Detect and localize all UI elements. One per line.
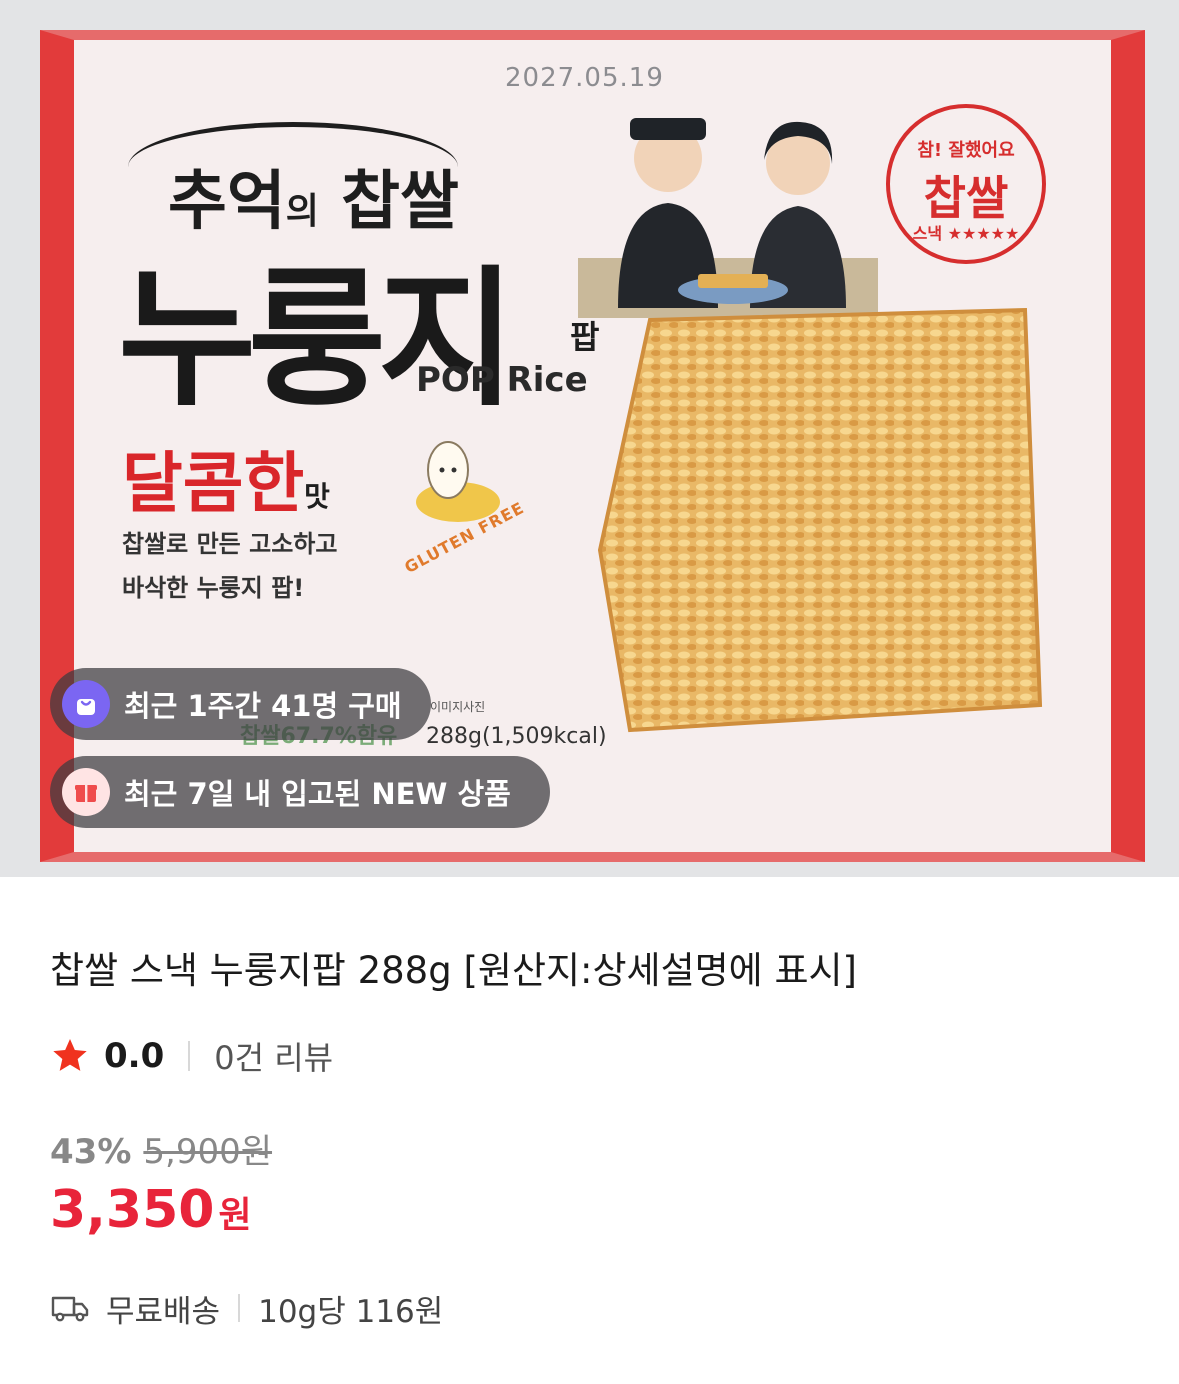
original-price: 5,900원 [143,1132,273,1172]
rating-divider [188,1041,191,1071]
shipping-divider [238,1294,241,1322]
rice-cracker-photo [597,307,1043,733]
star-icon [53,1039,87,1071]
new-arrival-text: 최근 7일 내 입고된 NEW 상품 [124,777,511,811]
recent-purchase-badge: 최근 1주간 41명 구매 [50,668,431,740]
price-unit: 원 [218,1195,252,1236]
recent-purchase-text: 최근 1주간 41명 구매 [124,689,402,723]
product-title[interactable]: 찹쌀 스낵 누룽지팝 288g [원산지:상세설명에 표시] [50,940,857,994]
pop-rice-text: POP Rice [416,360,588,400]
image-note: 이미지사진 [430,700,486,714]
sale-price: 3,350 [50,1180,215,1240]
shopping-bag-icon [62,680,110,728]
package-description: 찹쌀로 만든 고소하고 바삭한 누룽지 팝! [122,530,338,602]
flavor-label: 달콤한맛 [122,445,330,522]
gift-icon [62,768,110,816]
net-weight: 288g(1,509kcal) [426,724,607,749]
review-count-link[interactable]: 0건 리뷰 [214,1033,333,1079]
discount-row: 43% 5,900원 [50,1124,272,1173]
unit-price: 10g당 116원 [258,1293,444,1330]
shipping-text: 무료배송 [106,1293,221,1330]
sale-price-row: 3,350 원 [50,1180,252,1240]
product-image[interactable]: 2027.05.19 추억의 찹쌀 누룽지 팝 POP Rice 달콤한맛 찹쌀… [0,0,1179,877]
kids-illustration [578,118,878,318]
rating-row[interactable]: 0.0 0건 리뷰 [50,1034,333,1078]
quality-seal: 참! 잘했어요 찹쌀 스낵 ★★★★★ [886,104,1046,264]
shipping-row: 무료배송 10g당 116원 [50,1286,443,1330]
pack-date: 2027.05.19 [505,63,664,93]
rating-value: 0.0 [104,1036,165,1076]
brand-name: 누룽지 [118,253,516,427]
discount-rate: 43% [50,1132,132,1172]
truck-icon [51,1296,89,1322]
new-arrival-badge: 최근 7일 내 입고된 NEW 상품 [50,756,550,828]
